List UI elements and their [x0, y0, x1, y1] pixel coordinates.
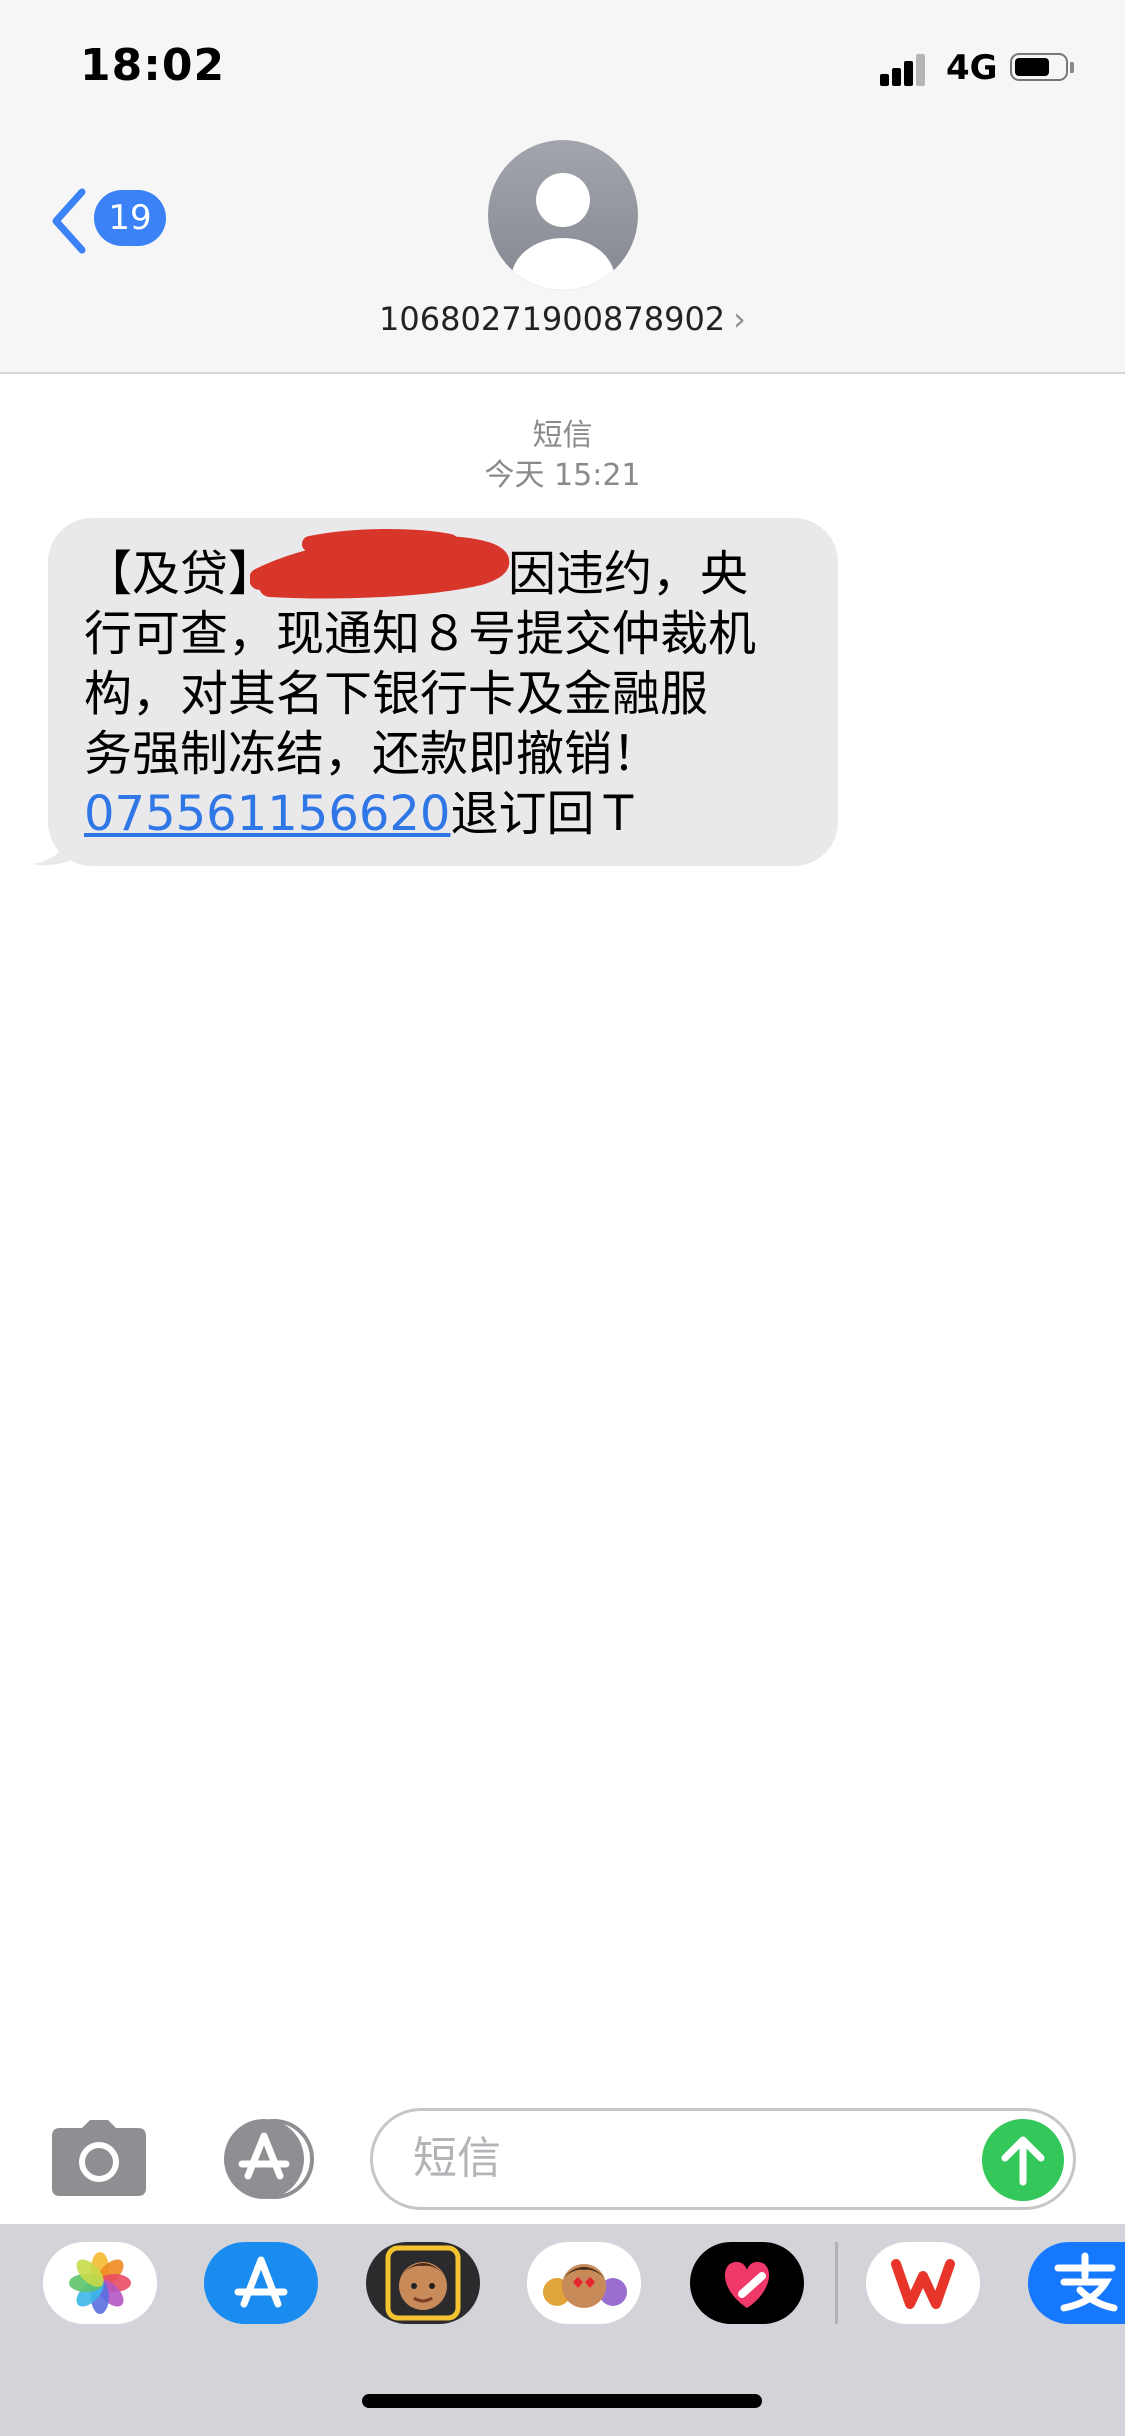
redaction-scribble	[250, 529, 510, 599]
message-line: 务强制冻结，还款即撤销！	[84, 726, 661, 782]
back-button[interactable]: 19	[48, 182, 178, 262]
phone-number-link[interactable]: 075561156620	[84, 786, 450, 842]
person-icon	[488, 140, 638, 290]
network-type: 4G	[946, 48, 998, 88]
wps-office-icon[interactable]	[866, 2242, 980, 2324]
camera-button[interactable]	[52, 2120, 146, 2196]
battery-icon	[1010, 53, 1076, 85]
chevron-left-icon	[52, 188, 86, 254]
app-store-icon[interactable]	[204, 2242, 318, 2324]
message-timestamp: 今天 15:21	[484, 458, 641, 493]
home-indicator	[362, 2394, 762, 2408]
service-label: 短信	[532, 418, 593, 453]
tray-divider	[835, 2242, 838, 2324]
camera-icon	[52, 2120, 146, 2196]
contact-name[interactable]: 10680271900878902 ›	[0, 300, 1125, 338]
memoji-face-icon[interactable]	[366, 2242, 480, 2324]
memoji-stickers-icon[interactable]	[527, 2242, 641, 2324]
unread-count-badge: 19	[94, 190, 166, 246]
cellular-signal-icon	[880, 52, 928, 86]
status-time: 18:02	[80, 40, 226, 91]
message-line: 行可查，现通知８号提交仲裁机	[84, 606, 757, 662]
app-store-button[interactable]	[208, 2118, 318, 2200]
send-button[interactable]	[982, 2119, 1064, 2201]
unsubscribe-text: 退订回Ｔ	[450, 786, 643, 842]
photos-icon[interactable]	[43, 2242, 157, 2324]
status-bar: 18:02 4G	[0, 0, 1125, 140]
contact-number: 10680271900878902	[379, 300, 726, 338]
conversation-header: 19 10680271900878902 ›	[0, 140, 1125, 374]
message-input[interactable]: 短信	[370, 2108, 1076, 2210]
chevron-right-icon: ›	[733, 300, 746, 338]
message-line: 构，对其名下银行卡及金融服	[84, 666, 709, 722]
arrow-up-icon	[1001, 2136, 1045, 2186]
digital-touch-icon[interactable]	[690, 2242, 804, 2324]
message-line: 075561156620退订回Ｔ	[84, 784, 808, 844]
app-store-icon	[224, 2119, 314, 2199]
alipay-icon[interactable]	[1028, 2242, 1125, 2324]
contact-avatar[interactable]	[488, 140, 638, 290]
